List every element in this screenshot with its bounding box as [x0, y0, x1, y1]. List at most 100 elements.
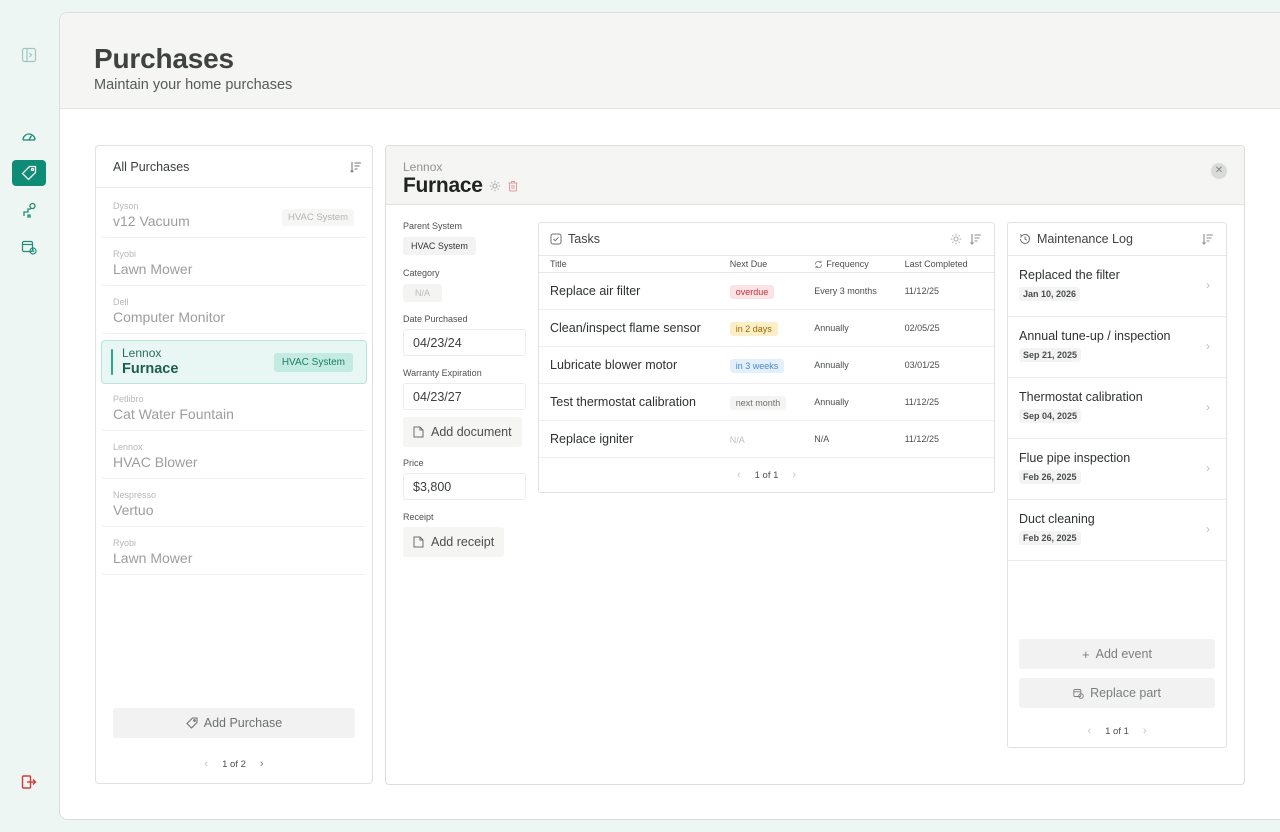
delete-trash-icon[interactable]	[507, 180, 519, 192]
add-event-label: Add event	[1095, 647, 1152, 661]
warranty-expiration-field[interactable]: 04/23/27	[403, 383, 526, 410]
task-last-completed: 02/05/25	[904, 323, 940, 333]
next-due-badge: in 3 weeks	[729, 359, 785, 373]
pipe-wrench-icon[interactable]	[12, 197, 46, 223]
parent-system-chip[interactable]: HVAC System	[403, 237, 476, 255]
maintenance-log-header: Maintenance Log	[1008, 223, 1226, 256]
category-chip[interactable]: N/A	[403, 284, 443, 302]
detail-title: Furnace	[403, 174, 483, 197]
add-receipt-label: Add receipt	[431, 535, 495, 549]
plus-icon: +	[1082, 646, 1090, 662]
log-item-date: Jan 10, 2026	[1019, 287, 1081, 301]
chevron-right-icon: ›	[1206, 339, 1210, 353]
column-next-due[interactable]: Next Due	[730, 259, 814, 269]
purchases-page-indicator: 1 of 2	[222, 758, 246, 770]
maintenance-log-item[interactable]: Duct cleaning Feb 26, 2025 ›	[1008, 500, 1226, 561]
maintenance-log-list: Replaced the filter Jan 10, 2026 › Annual t…	[1008, 256, 1226, 561]
purchases-list-title: All Purchases	[113, 159, 190, 174]
task-title: Replace air filter	[550, 284, 641, 298]
task-row[interactable]: Replace air filter overdue Every 3 months 1…	[539, 273, 994, 310]
parent-system-label: Parent System	[403, 221, 463, 231]
sort-icon[interactable]	[350, 161, 362, 173]
purchases-list-header: All Purchases	[96, 146, 372, 188]
purchase-list-item[interactable]: Lennox Furnace HVAC System	[101, 340, 367, 384]
maintenance-log-item[interactable]: Replaced the filter Jan 10, 2026 ›	[1008, 256, 1226, 317]
purchase-list-item[interactable]: Dell Computer Monitor	[101, 292, 367, 334]
page-header: Purchases Maintain your home purchases	[60, 13, 1280, 109]
next-due-badge: in 2 days	[729, 322, 778, 336]
purchase-list-item[interactable]: Lennox HVAC Blower	[101, 437, 367, 479]
price-field[interactable]: $3,800	[403, 473, 526, 500]
next-due-badge: overdue	[729, 285, 775, 299]
checklist-icon	[550, 233, 562, 245]
purchase-name: Cat Water Fountain	[113, 406, 234, 422]
task-frequency: Annually	[814, 360, 849, 370]
icon-rail	[0, 0, 58, 832]
purchase-list-item[interactable]: Petlibro Cat Water Fountain	[101, 389, 367, 431]
log-item-date: Feb 26, 2025	[1019, 531, 1081, 545]
task-last-completed: 03/01/25	[904, 360, 940, 370]
prev-page-icon[interactable]: ‹	[737, 469, 741, 481]
page-subtitle: Maintain your home purchases	[94, 77, 293, 93]
task-title: Lubricate blower motor	[550, 358, 678, 372]
purchase-brand: Lennox	[113, 442, 143, 452]
add-purchase-button[interactable]: Add Purchase	[113, 708, 355, 738]
tag-icon[interactable]	[12, 160, 46, 186]
log-item-date: Sep 21, 2025	[1019, 348, 1082, 362]
task-frequency: Annually	[814, 397, 849, 407]
close-icon[interactable]: ✕	[1211, 163, 1227, 179]
replace-part-button[interactable]: Replace part	[1019, 678, 1215, 708]
detail-brand: Lennox	[403, 160, 443, 174]
history-icon	[1019, 233, 1030, 244]
column-frequency[interactable]: Frequency	[814, 259, 904, 269]
log-item-date: Feb 26, 2025	[1019, 470, 1081, 484]
maintenance-log-item[interactable]: Annual tune-up / inspection Sep 21, 2025 ›	[1008, 317, 1226, 378]
add-event-button[interactable]: + Add event	[1019, 639, 1215, 669]
add-document-button[interactable]: Add document	[403, 417, 522, 447]
column-last-completed[interactable]: Last Completed	[905, 259, 994, 269]
task-row[interactable]: Clean/inspect flame sensor in 2 days Annua…	[539, 310, 994, 347]
task-last-completed: 11/12/25	[904, 397, 939, 407]
settings-gear-icon[interactable]	[489, 180, 501, 192]
maintenance-log-item[interactable]: Thermostat calibration Sep 04, 2025 ›	[1008, 378, 1226, 439]
next-page-icon[interactable]: ›	[260, 758, 264, 770]
prev-page-icon[interactable]: ‹	[204, 758, 208, 770]
log-item-title: Duct cleaning	[1019, 512, 1095, 526]
maintenance-log-item[interactable]: Flue pipe inspection Feb 26, 2025 ›	[1008, 439, 1226, 500]
purchase-brand: Petlibro	[113, 394, 144, 404]
prev-page-icon[interactable]: ‹	[1087, 725, 1091, 737]
system-badge: HVAC System	[281, 209, 354, 226]
purchase-brand: Nespresso	[113, 490, 157, 500]
sidebar-toggle-icon[interactable]	[12, 42, 46, 68]
tasks-panel: Tasks Title Next Due Frequency Last Comp…	[538, 222, 995, 493]
add-receipt-button[interactable]: Add receipt	[403, 527, 505, 557]
log-item-title: Thermostat calibration	[1019, 390, 1143, 404]
log-item-title: Annual tune-up / inspection	[1019, 329, 1171, 343]
purchase-name: HVAC Blower	[113, 454, 198, 470]
logout-icon[interactable]	[12, 769, 46, 795]
sort-icon[interactable]	[1202, 233, 1214, 245]
chevron-right-icon: ›	[1206, 461, 1210, 475]
next-page-icon[interactable]: ›	[1143, 725, 1147, 737]
replace-calendar-icon	[1073, 688, 1084, 699]
settings-gear-icon[interactable]	[950, 233, 962, 245]
task-row[interactable]: Test thermostat calibration next month Ann…	[539, 384, 994, 421]
sort-icon[interactable]	[970, 233, 982, 245]
purchase-list-item[interactable]: Ryobi Lawn Mower	[101, 533, 367, 575]
purchases-list: Dyson v12 Vacuum HVAC System Ryobi Lawn Mowe…	[96, 188, 372, 575]
log-item-title: Replaced the filter	[1019, 268, 1120, 282]
repeat-icon	[815, 260, 823, 268]
date-purchased-field[interactable]: 04/23/24	[403, 329, 526, 356]
add-purchase-label: Add Purchase	[203, 716, 283, 730]
task-last-completed: 11/12/25	[904, 434, 939, 444]
purchase-list-item[interactable]: Nespresso Vertuo	[101, 485, 367, 527]
purchase-list-item[interactable]: Ryobi Lawn Mower	[101, 244, 367, 286]
next-page-icon[interactable]: ›	[792, 469, 796, 481]
purchase-list-item[interactable]: Dyson v12 Vacuum HVAC System	[101, 196, 367, 238]
column-title[interactable]: Title	[550, 259, 730, 269]
purchase-brand: Ryobi	[113, 538, 137, 548]
task-row[interactable]: Lubricate blower motor in 3 weeks Annually…	[539, 347, 994, 384]
dashboard-gauge-icon[interactable]	[12, 123, 46, 149]
task-row[interactable]: Replace igniter N/A N/A 11/12/25	[539, 421, 994, 458]
calendar-clock-icon[interactable]	[12, 234, 46, 260]
